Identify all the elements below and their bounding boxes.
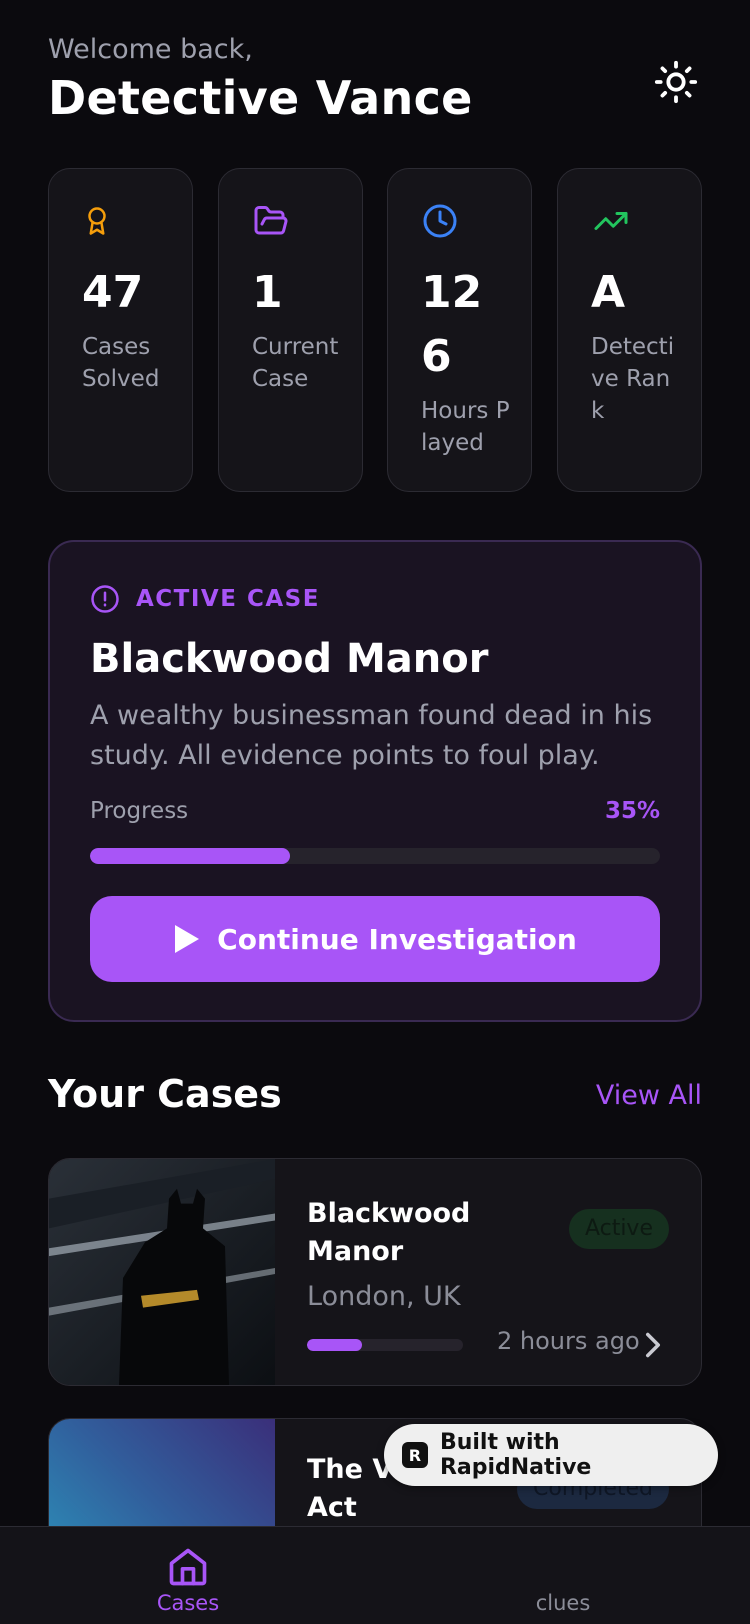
rapidnative-logo-icon: R	[402, 1442, 428, 1468]
welcome-text: Welcome back,	[48, 34, 253, 65]
stat-card-cases-solved: 47 Cases Solved	[48, 168, 193, 492]
progress-label: Progress	[90, 798, 189, 824]
stat-label: Hours Played	[421, 398, 510, 456]
stat-label: Current Case	[252, 334, 339, 392]
user-name: Detective Vance	[48, 71, 473, 125]
progress-bar-fill	[90, 848, 290, 864]
continue-button-label: Continue Investigation	[217, 922, 577, 956]
case-card[interactable]: Blackwood Manor Active London, UK 2 hour…	[48, 1158, 702, 1386]
case-location: London, UK	[307, 1281, 461, 1312]
stat-value: 126	[421, 267, 483, 382]
case-progress-fill	[307, 1339, 362, 1351]
built-with-text: Built with RapidNative	[439, 1430, 592, 1480]
award-icon	[88, 207, 106, 235]
case-time: 2 hours ago	[497, 1327, 640, 1355]
section-title: Your Cases	[48, 1072, 282, 1116]
tab-clues[interactable]: clues	[463, 1527, 663, 1624]
active-case-title: Blackwood Manor	[90, 636, 489, 682]
folder-open-icon	[254, 206, 288, 235]
active-case-card: ACTIVE CASE Blackwood Manor A wealthy bu…	[48, 540, 702, 1022]
continue-investigation-button[interactable]: Continue Investigation	[90, 896, 660, 982]
case-progress-bar	[307, 1339, 463, 1351]
status-badge: Active	[568, 1209, 669, 1249]
tab-bar: Cases clues	[0, 1526, 750, 1624]
view-all-link[interactable]: View All	[596, 1080, 702, 1111]
progress-percent: 35%	[604, 798, 660, 824]
tab-cases[interactable]: Cases	[88, 1527, 288, 1624]
clock-icon	[423, 204, 457, 238]
stat-value: 1	[252, 267, 283, 318]
built-with-badge[interactable]: R Built with RapidNative	[384, 1424, 718, 1486]
sun-icon	[654, 60, 698, 104]
active-case-header: ACTIVE CASE	[90, 584, 320, 614]
alert-circle-icon	[91, 585, 119, 613]
trending-up-icon	[594, 212, 628, 230]
stat-card-current-case: 1 Current Case	[218, 168, 363, 492]
active-case-kicker: ACTIVE CASE	[136, 586, 320, 612]
header: Welcome back, Detective Vance	[48, 34, 473, 125]
stat-label: Detective Rank	[591, 334, 675, 424]
stat-value: A	[591, 267, 626, 318]
stat-card-hours-played: 126 Hours Played	[387, 168, 532, 492]
stat-value: 47	[82, 267, 144, 318]
case-image	[49, 1159, 275, 1385]
home-icon	[169, 1548, 207, 1586]
tab-label: Cases	[156, 1591, 220, 1615]
case-title: Blackwood Manor	[307, 1198, 471, 1267]
progress-bar	[90, 848, 660, 864]
stats-row: 47 Cases Solved 1 Current Case 126 Hours…	[48, 168, 702, 492]
play-icon	[175, 925, 200, 953]
stat-card-detective-rank: A Detective Rank	[557, 168, 702, 492]
stat-label: Cases Solved	[82, 334, 160, 392]
active-case-description: A wealthy businessman found dead in his …	[90, 700, 653, 771]
theme-toggle-button[interactable]	[652, 58, 700, 106]
chevron-right-icon	[646, 1332, 660, 1358]
tab-label: clues	[535, 1591, 591, 1615]
